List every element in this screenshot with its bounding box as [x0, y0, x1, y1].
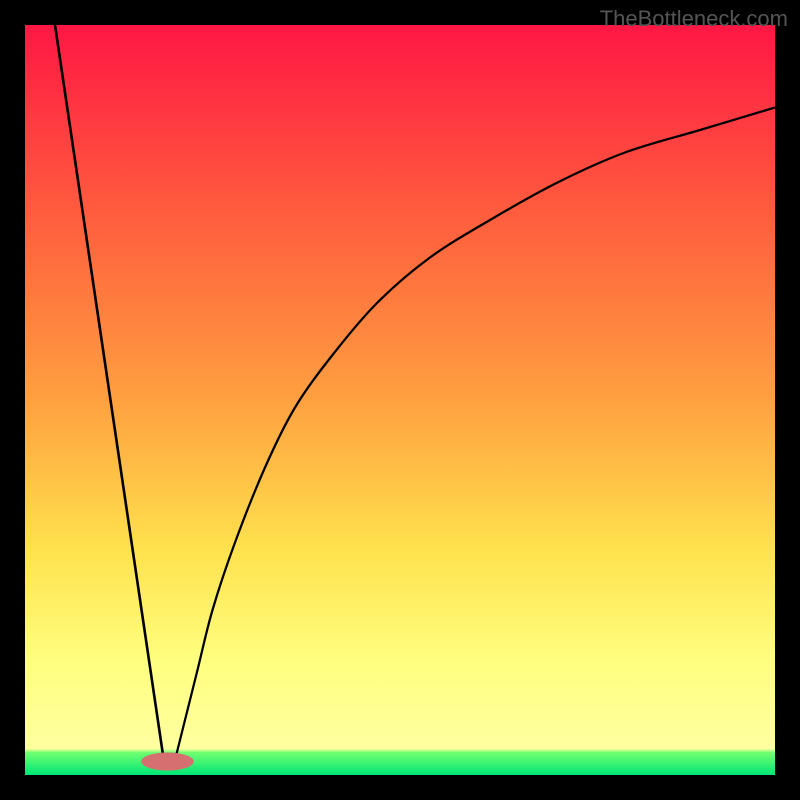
chart-frame: [0, 0, 800, 800]
watermark-text: TheBottleneck.com: [600, 6, 788, 32]
